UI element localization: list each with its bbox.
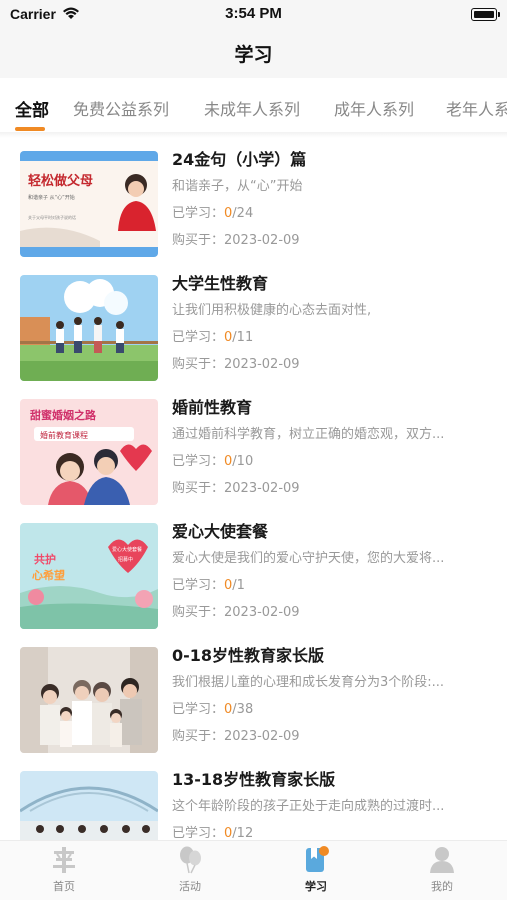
thumbnail-caption-text: 招募中 [118,556,133,563]
category-tabs: 全部 免费公益系列 未成年人系列 成年人系列 老年人系 [0,78,507,136]
thumbnail-title-text: 轻松做父母 [28,173,93,189]
home-icon [53,847,75,873]
purchase-date-row: 购买于：2023-02-09 [172,729,300,744]
course-description: 这个年龄阶段的孩子正处于走向成熟的过渡时... [172,799,445,814]
purchase-date-row: 购买于：2023-02-09 [172,481,300,496]
course-thumbnail [20,275,158,381]
thumbnail-title-text: 共护 [34,552,56,566]
tabbar-study-label: 学习 [305,880,327,893]
learned-progress: 已学习：0/1 [172,578,245,593]
purchase-date-row: 购买于：2023-02-09 [172,357,300,372]
course-description: 和谐亲子，从“心”开始 [172,179,303,194]
course-item[interactable]: 0-18岁性教育家长版 我们根据儿童的心理和成长发育分为3个阶段:... 已学习… [0,636,507,760]
lesson-total: /11 [232,330,254,345]
battery-icon [471,8,500,21]
lesson-total: /38 [232,702,254,717]
tab-minor-series[interactable]: 未成年人系列 [204,96,300,120]
lesson-total: /12 [232,826,254,840]
thumbnail-title-text: 甜蜜婚姻之路 [30,408,97,422]
learned-progress: 已学习：0/12 [172,826,254,840]
purchase-date: 2023-02-09 [224,233,300,248]
tabbar-mine[interactable]: 我的 [402,845,482,894]
book-icon [306,846,329,872]
course-thumbnail: 爱心大使套餐 招募中 共护 心希望 [20,523,158,629]
navigation-bar: 学习 [0,30,507,78]
course-item[interactable]: 13-18岁性教育家长版 这个年龄阶段的孩子正处于走向成熟的过渡时... 已学习… [0,760,507,840]
lesson-total: /10 [232,454,254,469]
tabbar-activity[interactable]: 活动 [150,845,230,894]
course-title: 爱心大使套餐 [172,522,269,541]
learned-progress: 已学习：0/38 [172,702,254,717]
purchase-date: 2023-02-09 [224,605,300,620]
thumbnail-caption-text: 关于父母平时对孩子说的话 [28,214,76,220]
course-thumbnail [20,647,158,753]
course-title: 婚前性教育 [172,398,253,417]
course-title: 大学生性教育 [172,274,269,293]
tabbar-home[interactable]: 首页 [24,845,104,894]
course-description: 爱心大使是我们的爱心守护天使，您的大爱将... [172,551,445,566]
tabbar-study[interactable]: 学习 [276,845,356,894]
purchase-date-row: 购买于：2023-02-09 [172,605,300,620]
course-thumbnail [20,771,158,840]
course-description: 通过婚前科学教育，树立正确的婚恋观，双方... [172,427,445,442]
tab-all[interactable]: 全部 [15,96,49,121]
course-title: 24金句（小学）篇 [172,150,307,169]
lesson-total: /24 [232,206,254,221]
tabbar-activity-label: 活动 [179,880,201,893]
tab-adult-series[interactable]: 成年人系列 [334,96,414,120]
course-item[interactable]: 大学生性教育 让我们用积极健康的心态去面对性, 已学习：0/11 购买于：202… [0,264,507,388]
learned-progress: 已学习：0/10 [172,454,254,469]
page-title: 学习 [234,44,273,66]
thumbnail-subtitle-text: 爱心大使套餐 [112,546,142,553]
divider [0,132,507,138]
clock: 3:54 PM [225,5,282,22]
app-screen: Carrier 3:54 PM 学习 全部 免费公益系列 未成年人系列 成年人系… [0,0,507,900]
course-title: 0-18岁性教育家长版 [172,646,325,665]
status-bar: Carrier 3:54 PM [0,0,507,30]
course-thumbnail: 甜蜜婚姻之路 婚前教育课程 [20,399,158,505]
tab-free-series[interactable]: 免费公益系列 [73,96,169,120]
thumbnail-title-text-2: 心希望 [32,568,65,582]
course-item[interactable]: 甜蜜婚姻之路 婚前教育课程 婚前性教育 通过婚前科学教育，树立正确的婚恋观，双方… [0,388,507,512]
course-list[interactable]: 轻松做父母 和谐亲子 从“心”开始 关于父母平时对孩子说的话 24金句（小学）篇… [0,140,507,840]
bottom-tab-bar: 首页 活动 学习 我的 [0,840,507,900]
purchase-date: 2023-02-09 [224,729,300,744]
course-item[interactable]: 爱心大使套餐 招募中 共护 心希望 爱心大使套餐 爱心大使是我们的爱心守护天使，… [0,512,507,636]
thumbnail-subtitle-text: 和谐亲子 从“心”开始 [28,194,75,201]
purchase-date: 2023-02-09 [224,481,300,496]
thumbnail-subtitle-text: 婚前教育课程 [40,430,88,440]
tabbar-home-label: 首页 [53,880,75,893]
learned-progress: 已学习：0/11 [172,330,254,345]
course-description: 我们根据儿童的心理和成长发育分为3个阶段:... [172,675,445,690]
active-tab-indicator [15,127,45,131]
balloon-icon [180,846,201,874]
profile-icon [430,847,454,873]
tabbar-mine-label: 我的 [431,880,453,893]
course-title: 13-18岁性教育家长版 [172,770,336,789]
lesson-total: /1 [232,578,245,593]
purchase-date: 2023-02-09 [224,357,300,372]
purchase-date-row: 购买于：2023-02-09 [172,233,300,248]
course-thumbnail: 轻松做父母 和谐亲子 从“心”开始 关于父母平时对孩子说的话 [20,151,158,257]
course-description: 让我们用积极健康的心态去面对性, [172,303,372,318]
course-item[interactable]: 轻松做父母 和谐亲子 从“心”开始 关于父母平时对孩子说的话 24金句（小学）篇… [0,140,507,264]
learned-progress: 已学习：0/24 [172,206,254,221]
tab-elderly-series[interactable]: 老年人系 [446,96,507,120]
